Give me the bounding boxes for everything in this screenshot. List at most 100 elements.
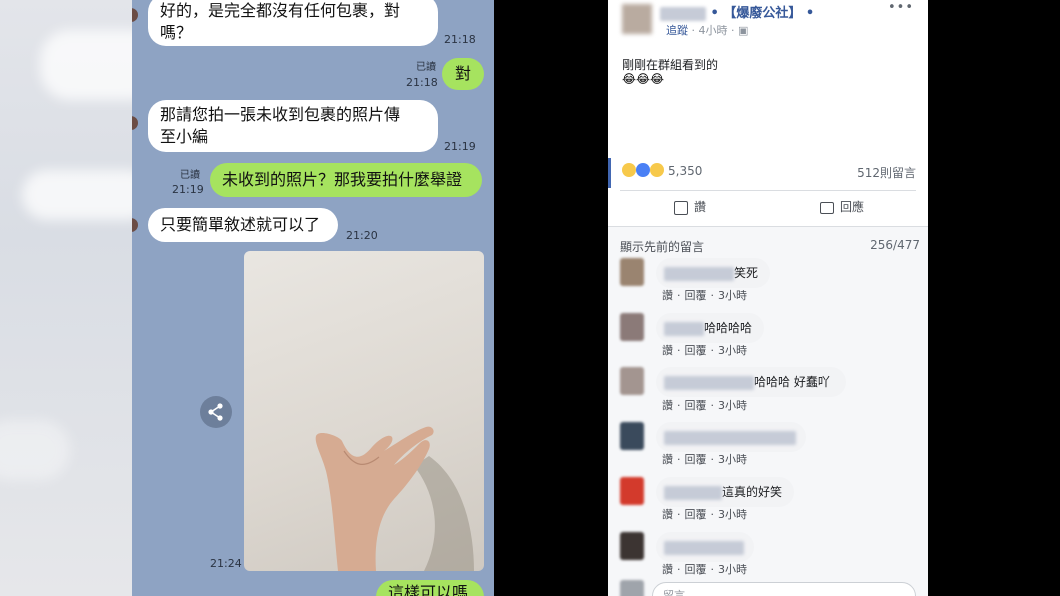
haha-icon [622, 163, 636, 177]
comment-reply-link[interactable]: 回覆 [685, 453, 707, 466]
avatar[interactable] [620, 258, 644, 286]
comment-bubble: 這真的好笑 [656, 477, 794, 507]
blurred-background-left [0, 0, 132, 596]
avatar [620, 580, 644, 596]
comment-time[interactable]: 3小時 [718, 563, 747, 576]
comment-actions: 讚 · 回覆 · 3小時 [662, 289, 747, 302]
post-text: 剛剛在群組看到的 [622, 58, 719, 72]
blurred-name [664, 540, 744, 555]
message-time: 21:24 [210, 557, 242, 570]
comment-button[interactable]: 回應 [820, 198, 864, 215]
comment-time[interactable]: 3小時 [718, 508, 747, 521]
thumbs-up-icon [674, 200, 688, 215]
black-divider [928, 0, 1060, 596]
avatar [132, 218, 138, 232]
message-time: 21:18 [444, 33, 476, 46]
comment-text: 哈哈哈 好蠢吖 [754, 375, 830, 389]
comment-reply-link[interactable]: 回覆 [685, 399, 707, 412]
comment-time[interactable]: 3小時 [718, 453, 747, 466]
message-bubble-outgoing: 未收到的照片？那我要拍什麼舉證 [210, 163, 482, 197]
message-line: 好的，是完全都沒有任何包裹，對 [160, 1, 401, 20]
blur-shape [40, 30, 132, 100]
comment-bubble [656, 532, 754, 562]
comment-like-link[interactable]: 讚 [662, 289, 673, 302]
like-label: 讚 [694, 200, 707, 214]
comment-like-link[interactable]: 讚 [662, 453, 673, 466]
comment-bubble [656, 422, 806, 452]
avatar[interactable] [620, 532, 644, 560]
blurred-name [664, 321, 704, 336]
comment-text: 哈哈哈哈 [704, 321, 753, 335]
avatar [132, 8, 138, 22]
message-time: 21:19 [172, 183, 204, 196]
avatar[interactable] [620, 313, 644, 341]
message-bubble-incoming: 好的，是完全都沒有任何包裹，對 嗎？ [148, 0, 438, 46]
show-previous-comments[interactable]: 顯示先前的留言 [620, 238, 704, 255]
comment-actions: 讚 · 回覆 · 3小時 [662, 399, 747, 412]
page-name: 【爆廢公社】 [723, 6, 802, 21]
black-divider [494, 0, 608, 596]
comment-icon [820, 201, 834, 214]
focus-bar [608, 158, 611, 188]
comment-actions: 讚 · 回覆 · 3小時 [662, 344, 747, 357]
blurred-name [660, 6, 706, 21]
comment-actions: 讚 · 回覆 · 3小時 [662, 453, 747, 466]
comment-time[interactable]: 3小時 [718, 399, 747, 412]
comment-text: 這真的好笑 [722, 485, 783, 499]
comment-text: 笑死 [734, 266, 759, 280]
read-receipt: 已讀 [180, 170, 200, 181]
blur-shape [0, 420, 70, 480]
blur-shape [22, 170, 132, 220]
comment-label: 回應 [840, 200, 865, 214]
avatar[interactable] [620, 477, 644, 505]
reaction-count[interactable]: 5,350 [668, 164, 702, 178]
message-time: 21:18 [406, 76, 438, 89]
post-meta: 追蹤 · 4小時 · ▣ [666, 24, 749, 37]
share-icon[interactable] [200, 396, 232, 428]
comment-reply-link[interactable]: 回覆 [685, 563, 707, 576]
comment-input-placeholder: 留言…… [663, 589, 707, 596]
comment-input[interactable]: 留言…… [652, 582, 916, 596]
blurred-name [664, 485, 722, 500]
comment-time[interactable]: 3小時 [718, 344, 747, 357]
comment-like-link[interactable]: 讚 [662, 508, 673, 521]
comment-count[interactable]: 512則留言 [857, 164, 916, 181]
message-line: 至小編 [160, 127, 209, 146]
comment-reply-link[interactable]: 回覆 [685, 508, 707, 521]
hand-image [315, 426, 474, 571]
read-receipt: 已讀 [416, 62, 436, 73]
blurred-name [664, 375, 754, 390]
post-time[interactable]: 4小時 [699, 24, 728, 37]
like-icon [636, 163, 650, 177]
comment-like-link[interactable]: 讚 [662, 563, 673, 576]
comment-actions: 讚 · 回覆 · 3小時 [662, 563, 747, 576]
comment-like-link[interactable]: 讚 [662, 344, 673, 357]
more-icon[interactable]: ••• [888, 0, 914, 15]
message-line: 那請您拍一張未收到包裹的照片傳 [160, 105, 401, 124]
comment-bubble: 哈哈哈 好蠢吖 [656, 367, 846, 397]
comment-bubble: 哈哈哈哈 [656, 313, 764, 343]
facebook-post-panel: • 【爆廢公社】 • 追蹤 · 4小時 · ▣ ••• 剛剛在群組看到的 😂😂😂… [608, 0, 928, 596]
avatar[interactable] [620, 422, 644, 450]
comment-reply-link[interactable]: 回覆 [685, 289, 707, 302]
page-avatar [622, 4, 652, 34]
message-bubble-outgoing: 對 [442, 58, 484, 90]
comment-pager: 256/477 [870, 238, 920, 252]
page-name-link[interactable]: • 【爆廢公社】 • [711, 6, 815, 21]
comment-reply-link[interactable]: 回覆 [685, 344, 707, 357]
avatar[interactable] [620, 367, 644, 395]
comment-bubble: 笑死 [656, 258, 770, 288]
message-bubble-incoming: 那請您拍一張未收到包裹的照片傳 至小編 [148, 100, 438, 152]
divider [620, 190, 916, 191]
like-button[interactable]: 讚 [674, 198, 706, 215]
follow-link[interactable]: 追蹤 [666, 24, 688, 37]
post-emoji: 😂😂😂 [622, 72, 665, 86]
blurred-name [664, 266, 734, 281]
globe-icon: ▣ [738, 24, 749, 37]
avatar [132, 116, 138, 130]
blurred-name [664, 430, 796, 445]
comment-like-link[interactable]: 讚 [662, 399, 673, 412]
comment-time[interactable]: 3小時 [718, 289, 747, 302]
chat-photo[interactable] [244, 251, 484, 571]
comment-actions: 讚 · 回覆 · 3小時 [662, 508, 747, 521]
